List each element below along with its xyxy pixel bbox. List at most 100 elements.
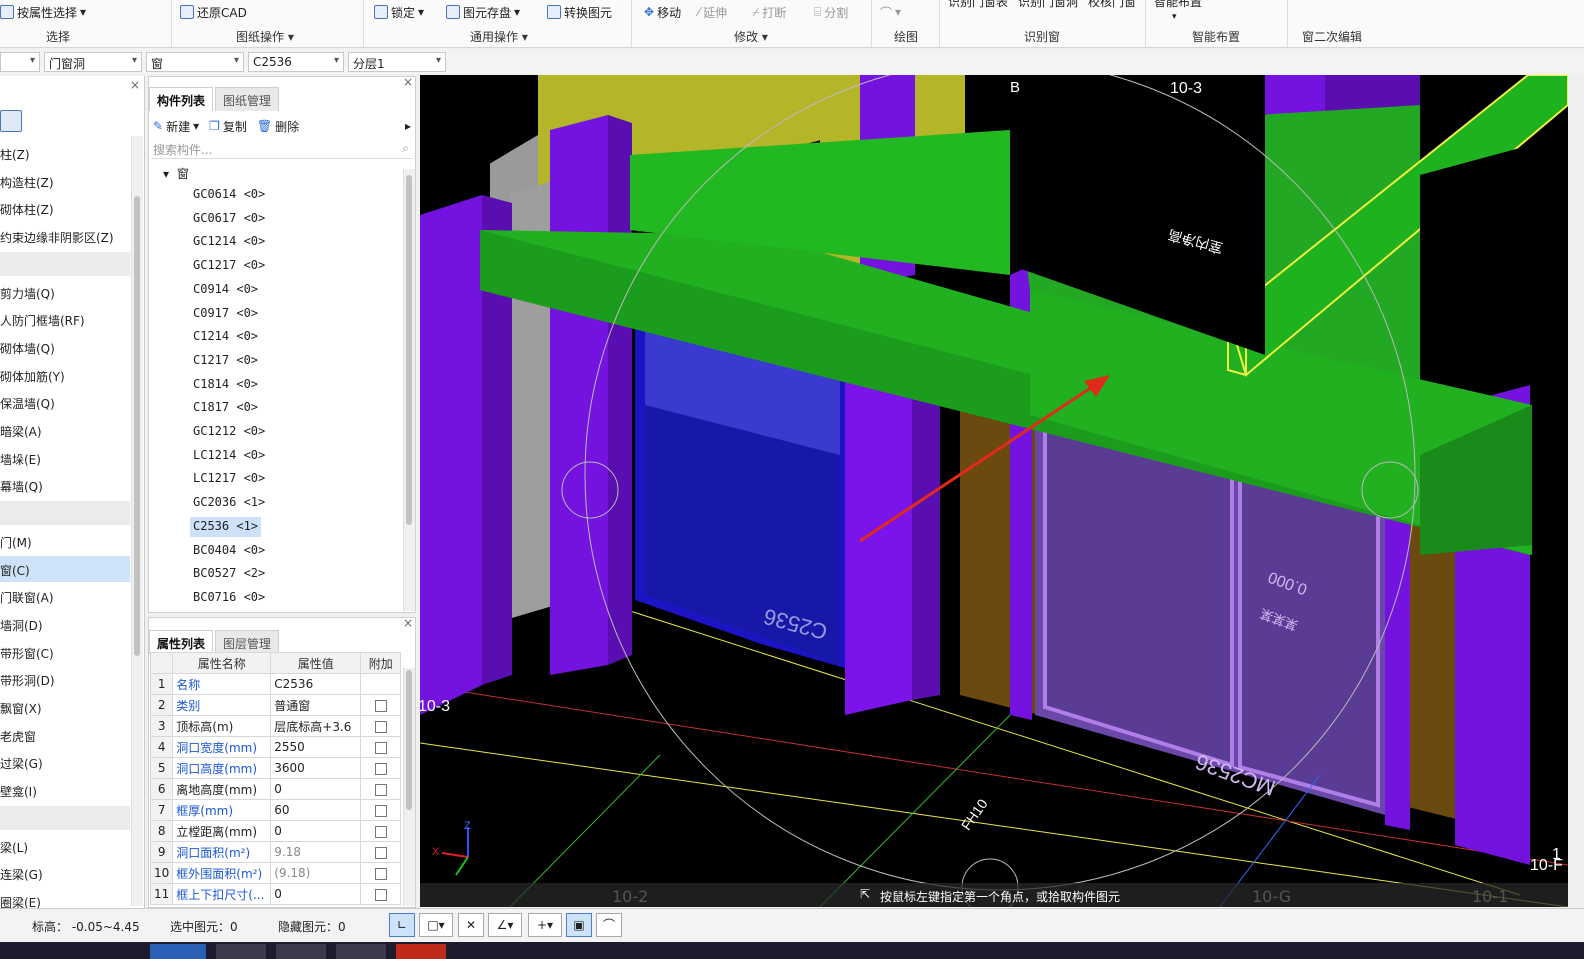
tree-item[interactable]: GC0614 <0> [190, 185, 268, 205]
combo-type[interactable]: 窗 [146, 52, 244, 72]
tab-properties[interactable]: 属性列表 [149, 630, 214, 654]
more-icon[interactable]: ▸ [405, 119, 411, 133]
angle-toggle[interactable]: ∠▾ [488, 913, 522, 937]
tree-item[interactable]: GC1217 <0> [190, 256, 268, 276]
smart-layout-button[interactable]: 智能布置 [1154, 0, 1202, 10]
scrollbar-thumb[interactable] [406, 175, 412, 525]
nav-item[interactable]: 约束边缘非阴影区(Z) [0, 223, 130, 249]
break-button[interactable]: ⌿ 打断 [752, 3, 786, 21]
extra-checkbox[interactable] [374, 783, 387, 796]
close-icon[interactable]: × [403, 618, 413, 630]
scrollbar-thumb[interactable] [406, 670, 412, 810]
list-view-icon[interactable] [0, 110, 22, 132]
recognize-openings-button[interactable]: 识别门窗洞 [1018, 0, 1078, 10]
taskbar-app[interactable] [276, 944, 326, 959]
delete-button[interactable]: 🗑 删除 [257, 118, 299, 135]
select-by-attribute-button[interactable]: 按属性选择 ▾ [0, 3, 86, 21]
recognize-table-button[interactable]: 识别门窗表 [948, 0, 1008, 10]
extra-checkbox[interactable] [374, 888, 387, 901]
table-row[interactable]: 9 洞口面积(m²) 9.18 [149, 841, 402, 863]
tree-item[interactable]: LC1214 <0> [190, 446, 268, 466]
property-value[interactable]: 普通窗 [270, 694, 362, 716]
tree-item[interactable]: C0917 <0> [190, 304, 261, 324]
table-row[interactable]: 6 离地高度(mm) 0 [149, 778, 402, 800]
combo-floor[interactable] [0, 52, 40, 72]
lock-button[interactable]: 锁定 ▾ [374, 3, 424, 21]
taskbar-app[interactable] [216, 944, 266, 959]
property-value[interactable]: C2536 [270, 673, 362, 695]
table-row[interactable]: 3 顶标高(m) 层底标高+3.6 [149, 715, 402, 737]
extra-checkbox[interactable] [374, 846, 387, 859]
table-row[interactable]: 2 类别 普通窗 [149, 694, 402, 716]
extra-checkbox[interactable] [374, 741, 387, 754]
nav-item[interactable]: 梁(L) [0, 833, 130, 859]
tree-root-window[interactable]: ▾ 窗 [163, 165, 189, 182]
tree-item[interactable]: C1217 <0> [190, 351, 261, 371]
nav-item[interactable]: 老虎窗 [0, 722, 130, 748]
nav-item[interactable]: 壁龛(I) [0, 777, 130, 803]
nav-item[interactable]: 砌体加筋(Y) [0, 362, 130, 388]
property-value[interactable]: 9.18 [270, 841, 362, 863]
property-value[interactable]: 60 [270, 799, 362, 821]
table-row[interactable]: 4 洞口宽度(mm) 2550 [149, 736, 402, 758]
property-value[interactable]: 3600 [270, 757, 362, 779]
combo-component[interactable]: C2536 [248, 52, 344, 72]
tree-item[interactable]: BC0527 <2> [190, 564, 268, 584]
3d-viewport[interactable]: Z X B 10-3 10-3 室内净高 C2536 MC2536 0.000 … [420, 75, 1568, 907]
nav-item[interactable]: 保温墙(Q) [0, 389, 130, 415]
arc-toggle[interactable]: ⌒ [596, 913, 622, 937]
extra-checkbox[interactable] [374, 804, 387, 817]
taskbar-app[interactable] [336, 944, 386, 959]
restore-cad-button[interactable]: 还原CAD [180, 3, 247, 21]
scrollbar[interactable] [131, 136, 143, 906]
nav-item[interactable]: 构造柱(Z) [0, 168, 130, 194]
table-row[interactable]: 5 洞口高度(mm) 3600 [149, 757, 402, 779]
chevron-down-icon[interactable]: ▾ [1172, 8, 1177, 26]
tree-item[interactable]: C0914 <0> [190, 280, 261, 300]
arc-draw-button[interactable]: ⌒ ▾ [880, 3, 901, 21]
dynamic-input-toggle[interactable]: ▣ [566, 913, 592, 937]
tree-item[interactable]: C1214 <0> [190, 327, 261, 347]
property-value[interactable]: 2550 [270, 736, 362, 758]
tree-item[interactable]: GC1214 <0> [190, 232, 268, 252]
close-icon[interactable]: × [130, 78, 140, 92]
tree-item[interactable]: LC1217 <0> [190, 469, 268, 489]
nav-item[interactable]: 墙垛(E) [0, 445, 130, 471]
tree-item[interactable]: C1817 <0> [190, 398, 261, 418]
extra-checkbox[interactable] [374, 825, 387, 838]
property-value[interactable]: 0 [270, 883, 362, 905]
table-row[interactable]: 10 框外围面积(m²) (9.18) [149, 862, 402, 884]
scrollbar[interactable] [403, 169, 415, 611]
nav-item[interactable]: 柱(Z) [0, 140, 130, 166]
nav-item[interactable]: 窗(C) [0, 555, 130, 582]
property-value[interactable]: (9.18) [270, 862, 362, 884]
tab-drawing-management[interactable]: 图纸管理 [215, 87, 280, 111]
nav-item[interactable]: 圈梁(E) [0, 888, 130, 908]
combo-layer[interactable]: 分层1 [348, 52, 446, 72]
nav-item[interactable]: 门(M) [0, 528, 130, 554]
property-value[interactable]: 层底标高+3.6 [270, 715, 362, 737]
nav-item[interactable]: 带形窗(C) [0, 639, 130, 665]
cross-toggle[interactable]: ✕ [458, 913, 484, 937]
ortho-toggle[interactable]: ∟ [389, 913, 415, 937]
combo-category[interactable]: 门窗洞 [44, 52, 142, 72]
taskbar-app[interactable] [396, 944, 446, 959]
tab-layer-management[interactable]: 图层管理 [215, 630, 280, 654]
scrollbar-thumb[interactable] [134, 196, 140, 656]
nav-item[interactable]: 墙洞(D) [0, 611, 130, 637]
nav-item[interactable]: 幕墙(Q) [0, 472, 130, 498]
extra-checkbox[interactable] [374, 720, 387, 733]
table-row[interactable]: 1 名称 C2536 [149, 673, 402, 695]
tree-item[interactable]: GC2036 <1> [190, 493, 268, 513]
table-row[interactable]: 7 框厚(mm) 60 [149, 799, 402, 821]
property-value[interactable]: 0 [270, 778, 362, 800]
convert-element-button[interactable]: 转换图元 [547, 3, 612, 21]
tree-item[interactable]: GC0617 <0> [190, 209, 268, 229]
tree-item[interactable]: BC0404 <0> [190, 541, 268, 561]
scrollbar[interactable] [403, 668, 415, 906]
new-button[interactable]: ✎ 新建 ▾ [153, 118, 199, 135]
offset-toggle[interactable]: +▾ [528, 913, 562, 937]
property-value[interactable]: 0 [270, 820, 362, 842]
table-row[interactable]: 8 立樘距离(mm) 0 [149, 820, 402, 842]
extra-checkbox[interactable] [374, 762, 387, 775]
